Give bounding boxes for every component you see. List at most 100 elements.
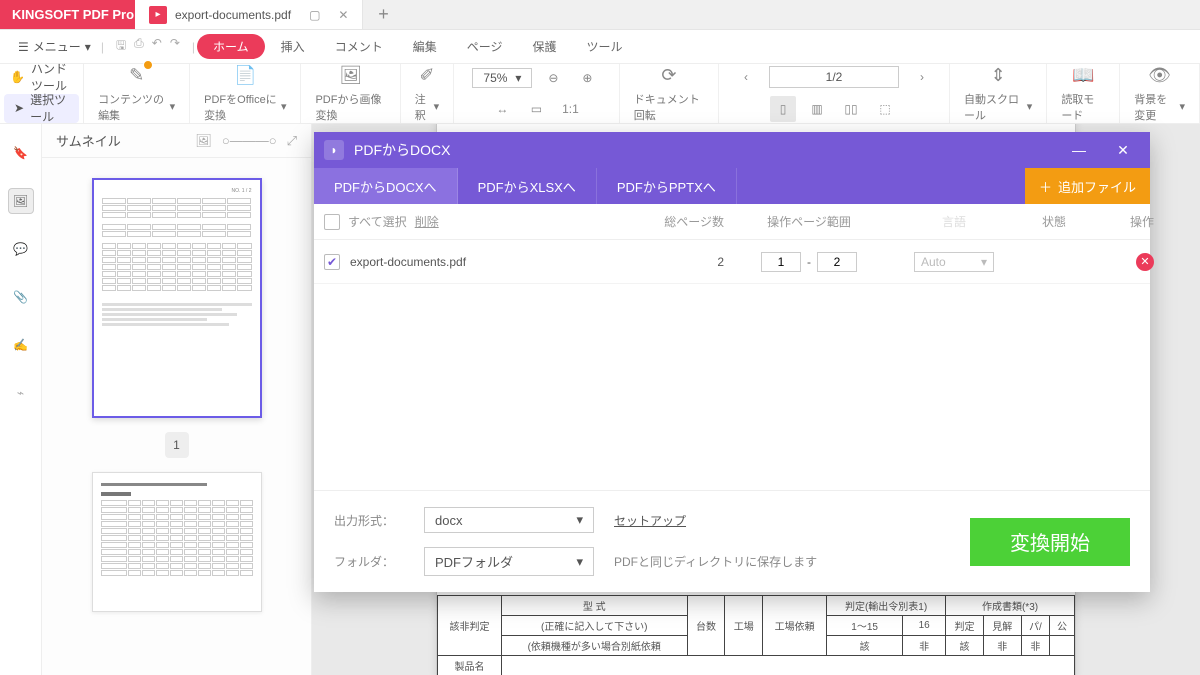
plus-icon: ＋ <box>1039 177 1052 196</box>
tab-insert[interactable]: 挿入 <box>267 34 319 59</box>
hamburger-menu[interactable]: ☰ メニュー ▾ <box>10 34 99 59</box>
actual-size-icon[interactable]: 1:1 <box>557 96 583 122</box>
doc-cell: 工場依頼 <box>763 596 827 656</box>
col-range: 操作ページ範囲 <box>724 213 894 230</box>
label: 自動スクロール <box>964 91 1024 123</box>
annotate-icon: ✐ <box>416 65 438 87</box>
doc-cell: 非 <box>903 636 946 656</box>
format-label: 出力形式： <box>334 512 414 529</box>
tab-edit[interactable]: 編集 <box>399 34 451 59</box>
doc-cell: 1～15 <box>827 616 903 636</box>
rotate-button[interactable]: ⟳ ドキュメント回転 <box>620 64 719 123</box>
minimize-icon[interactable]: — <box>1062 142 1096 158</box>
label: 注釈 <box>415 91 431 123</box>
col-pages: 総ページ数 <box>624 213 724 230</box>
col-status: 状態 <box>1014 213 1094 230</box>
remove-row-button[interactable]: ✕ <box>1136 253 1154 271</box>
tab-tools[interactable]: ツール <box>573 34 637 59</box>
folder-value: PDFフォルダ <box>435 552 513 571</box>
signature-icon[interactable]: ✍ <box>8 332 34 358</box>
convert-button[interactable]: 変換開始 <box>970 518 1130 566</box>
view-facing-cont-icon[interactable]: ⬚ <box>872 96 898 122</box>
pdf-to-image-button[interactable]: 🖼 PDFから画像変換 <box>301 64 400 123</box>
redo-icon[interactable]: ↷ <box>170 36 180 57</box>
fit-page-icon[interactable]: ▭ <box>523 96 549 122</box>
pdf-icon: ▸ <box>149 6 167 24</box>
page-input[interactable]: 1/2 <box>769 66 899 88</box>
select-tool[interactable]: ➤選択ツール <box>4 94 79 124</box>
thumb-enlarge-icon[interactable]: ⤢ <box>287 133 297 149</box>
label: コンテンツの編集 <box>98 91 167 123</box>
format-select[interactable]: docx▾ <box>424 507 594 533</box>
edit-content-icon: ✎ <box>126 65 148 87</box>
zoom-in-icon[interactable]: ⊕ <box>574 65 600 91</box>
zoom-select[interactable]: 75%▾ <box>472 68 532 88</box>
book-icon: 📖 <box>1072 65 1094 87</box>
doc-cell: 該 <box>827 636 903 656</box>
fit-width-icon[interactable]: ↔ <box>489 96 515 122</box>
thumbnail-icon[interactable]: 🖼 <box>8 188 34 214</box>
edit-content-button[interactable]: ✎ コンテンツの編集▾ <box>84 64 190 123</box>
undo-icon[interactable]: ↶ <box>152 36 162 57</box>
bookmark-icon[interactable]: 🔖 <box>8 140 34 166</box>
view-continuous-icon[interactable]: ▥ <box>804 96 830 122</box>
close-icon[interactable]: ✕ <box>1106 142 1140 159</box>
doc-cell: 作成書類(*3) <box>946 596 1075 616</box>
thumb-image-icon[interactable]: 🖼 <box>195 133 212 149</box>
tab-to-pptx[interactable]: PDFからPPTXへ <box>597 168 737 204</box>
pdf-to-office-button[interactable]: 📄 PDFをOfficeに変換▾ <box>190 64 301 123</box>
tab-home[interactable]: ホーム <box>197 34 265 59</box>
folder-select[interactable]: PDFフォルダ ▾ <box>424 547 594 576</box>
range-sep: - <box>807 255 811 269</box>
col-lang: 言語 <box>894 213 1014 230</box>
select-all-checkbox[interactable] <box>324 214 340 230</box>
next-page-icon[interactable]: › <box>909 64 935 90</box>
lang-select[interactable]: Auto▾ <box>914 252 994 272</box>
tab-window-icon[interactable]: ▢ <box>309 8 320 22</box>
app-brand: KINGSOFT PDF Pro <box>0 0 135 29</box>
row-checkbox[interactable] <box>324 254 340 270</box>
new-tab-button[interactable]: + <box>363 0 403 29</box>
tab-protect[interactable]: 保護 <box>518 34 570 59</box>
ocr-icon[interactable]: ⌁ <box>8 380 34 406</box>
doc-cell: 該非判定 <box>438 596 502 656</box>
background-button[interactable]: 👁 背景を変更▾ <box>1120 64 1200 123</box>
zoom-value: 75% <box>483 71 507 85</box>
label: 追加ファイル <box>1058 177 1136 196</box>
read-mode-button[interactable]: 📖 読取モード <box>1047 64 1120 123</box>
print-icon[interactable]: ⎙ <box>134 36 144 57</box>
menu-label: メニュー <box>33 38 81 55</box>
range-from-input[interactable] <box>761 252 801 272</box>
tab-comment[interactable]: コメント <box>321 34 397 59</box>
thumb-zoom-slider[interactable]: ○———○ <box>222 133 277 148</box>
chevron-down-icon: ▾ <box>434 100 440 113</box>
chevron-down-icon: ▾ <box>1179 100 1185 113</box>
thumbnail-page-1[interactable]: NO. 1 / 2 <box>92 178 262 418</box>
add-file-button[interactable]: ＋ 追加ファイル <box>1025 168 1150 204</box>
tab-page[interactable]: ページ <box>453 34 517 59</box>
chevron-down-icon: ▾ <box>576 554 583 570</box>
annotate-button[interactable]: ✐ 注釈▾ <box>401 64 454 123</box>
hand-icon: ✋ <box>10 70 25 84</box>
prev-page-icon[interactable]: ‹ <box>733 64 759 90</box>
view-single-icon[interactable]: ▯ <box>770 96 796 122</box>
col-delete[interactable]: 削除 <box>415 213 439 230</box>
hand-tool[interactable]: ✋ハンドツール <box>0 62 83 92</box>
tab-to-xlsx[interactable]: PDFからXLSXへ <box>458 168 597 204</box>
autoscroll-icon: ⇕ <box>987 65 1009 87</box>
zoom-out-icon[interactable]: ⊖ <box>540 65 566 91</box>
range-to-input[interactable] <box>817 252 857 272</box>
document-tab[interactable]: ▸ export-documents.pdf ▢ ✕ <box>135 0 363 29</box>
doc-cell: 台数 <box>687 596 725 656</box>
attachment-icon[interactable]: 📎 <box>8 284 34 310</box>
save-icon[interactable]: 🖫 <box>116 36 126 57</box>
doc-cell: 判定(輸出令別表1) <box>827 596 946 616</box>
autoscroll-button[interactable]: ⇕ 自動スクロール▾ <box>950 64 1047 123</box>
comment-icon[interactable]: 💬 <box>8 236 34 262</box>
tab-to-docx[interactable]: PDFからDOCXへ <box>314 168 458 204</box>
thumbnail-page-2[interactable] <box>92 472 262 612</box>
setup-link[interactable]: セットアップ <box>614 514 686 528</box>
menu-icon: ☰ <box>18 40 29 54</box>
tab-close-icon[interactable]: ✕ <box>338 8 348 22</box>
view-facing-icon[interactable]: ▯▯ <box>838 96 864 122</box>
